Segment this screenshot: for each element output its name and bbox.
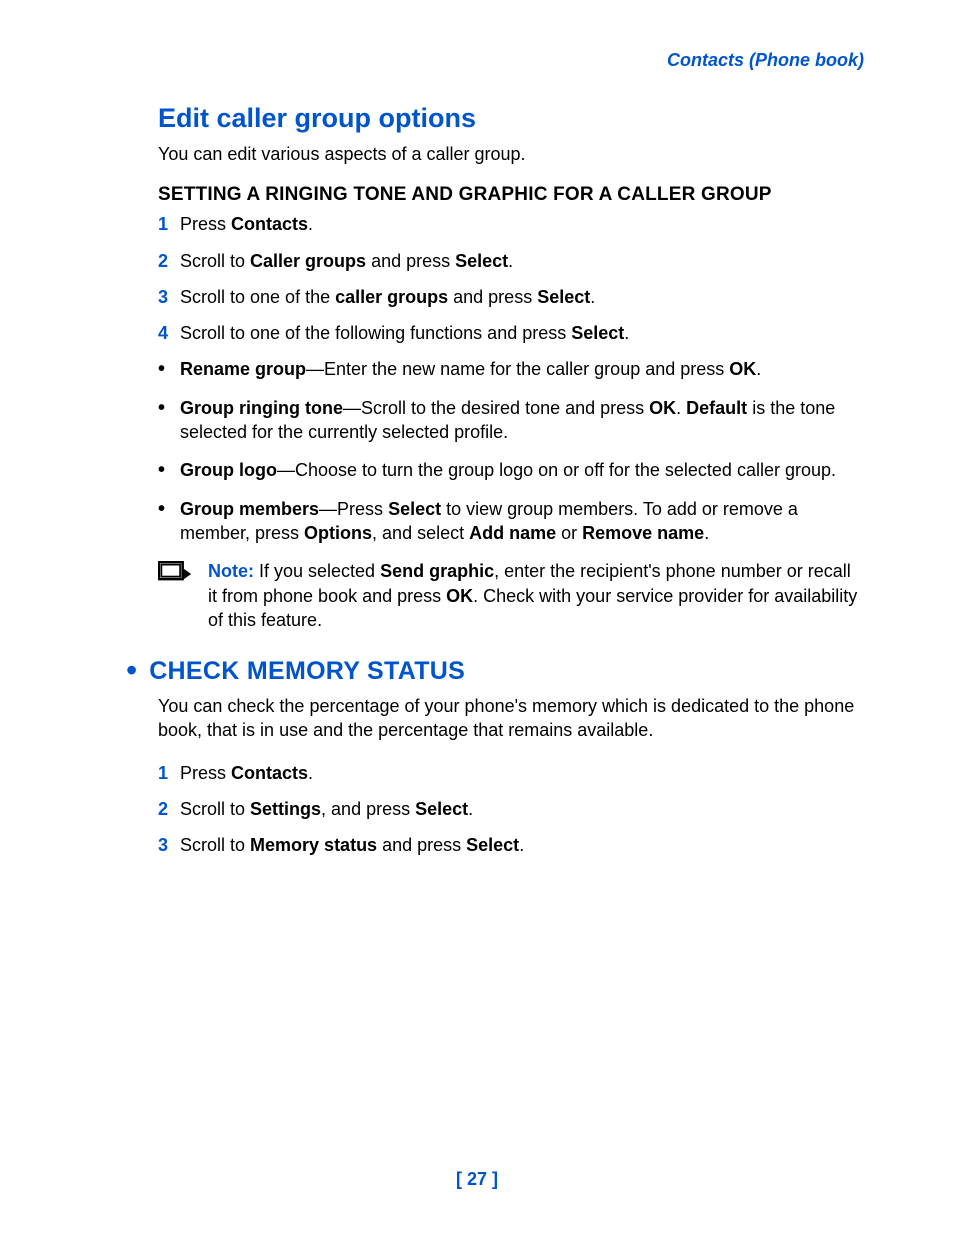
bullet-text: . xyxy=(756,359,761,379)
page-number: [ 27 ] xyxy=(0,1169,954,1190)
bullet-text: . xyxy=(676,398,686,418)
step-text: . xyxy=(590,287,595,307)
step-text: . xyxy=(508,251,513,271)
step-text: . xyxy=(468,799,473,819)
step-item: 1 Press Contacts. xyxy=(158,212,864,236)
step-bold: caller groups xyxy=(335,287,448,307)
bullet-bold: Default xyxy=(686,398,747,418)
step-text: Scroll to one of the following functions… xyxy=(180,323,571,343)
step-bold: Settings xyxy=(250,799,321,819)
bullet-bold: Options xyxy=(304,523,372,543)
note-bold: OK xyxy=(446,586,473,606)
step-bold: Caller groups xyxy=(250,251,366,271)
bullet-bold: Group logo xyxy=(180,460,277,480)
step-text: and press xyxy=(366,251,455,271)
ordered-steps-1: 1 Press Contacts. 2 Scroll to Caller gro… xyxy=(90,212,864,345)
step-bold: Select xyxy=(455,251,508,271)
step-number: 3 xyxy=(158,285,168,309)
bullet-item: Group logo—Choose to turn the group logo… xyxy=(158,458,864,482)
header-section-link: Contacts (Phone book) xyxy=(90,50,864,71)
bullet-bold: OK xyxy=(729,359,756,379)
step-bold: Select xyxy=(415,799,468,819)
step-number: 4 xyxy=(158,321,168,345)
step-text: Press xyxy=(180,763,231,783)
bullet-text: —Scroll to the desired tone and press xyxy=(343,398,649,418)
bullet-list-1: Rename group—Enter the new name for the … xyxy=(90,357,864,545)
step-text: Scroll to xyxy=(180,799,250,819)
step-text: . xyxy=(308,763,313,783)
note-text: Note: If you selected Send graphic, ente… xyxy=(208,559,864,632)
bullet-item: Group ringing tone—Scroll to the desired… xyxy=(158,396,864,445)
note-block: Note: If you selected Send graphic, ente… xyxy=(90,559,864,632)
step-bold: Contacts xyxy=(231,214,308,234)
bullet-bold: Group ringing tone xyxy=(180,398,343,418)
step-bold: Contacts xyxy=(231,763,308,783)
step-item: 3 Scroll to Memory status and press Sele… xyxy=(158,833,864,857)
bullet-text: —Choose to turn the group logo on or off… xyxy=(277,460,836,480)
step-item: 1 Press Contacts. xyxy=(158,761,864,785)
bullet-bold: Rename group xyxy=(180,359,306,379)
step-number: 2 xyxy=(158,249,168,273)
intro-text-2: You can check the percentage of your pho… xyxy=(90,694,864,743)
bullet-bold: Group members xyxy=(180,499,319,519)
step-number: 1 xyxy=(158,761,168,785)
subheading-setting-tone: SETTING A RINGING TONE AND GRAPHIC FOR A… xyxy=(90,184,864,206)
heading-edit-caller-group: Edit caller group options xyxy=(90,103,864,134)
step-bold: Memory status xyxy=(250,835,377,855)
bullet-text: or xyxy=(556,523,582,543)
step-item: 2 Scroll to Settings, and press Select. xyxy=(158,797,864,821)
step-text: . xyxy=(624,323,629,343)
heading-check-memory-title: CHECK MEMORY STATUS xyxy=(149,657,465,686)
step-text: . xyxy=(519,835,524,855)
note-send-icon xyxy=(158,559,208,632)
bullet-bold: Add name xyxy=(469,523,556,543)
bullet-bold: Select xyxy=(388,499,441,519)
bullet-text: , and select xyxy=(372,523,469,543)
step-item: 2 Scroll to Caller groups and press Sele… xyxy=(158,249,864,273)
step-number: 3 xyxy=(158,833,168,857)
heading-check-memory: • CHECK MEMORY STATUS xyxy=(90,652,864,686)
step-bold: Select xyxy=(537,287,590,307)
bullet-bold: OK xyxy=(649,398,676,418)
step-item: 4 Scroll to one of the following functio… xyxy=(158,321,864,345)
step-item: 3 Scroll to one of the caller groups and… xyxy=(158,285,864,309)
bullet-item: Group members—Press Select to view group… xyxy=(158,497,864,546)
step-bold: Select xyxy=(466,835,519,855)
step-text: Scroll to xyxy=(180,835,250,855)
step-text: Scroll to xyxy=(180,251,250,271)
step-number: 2 xyxy=(158,797,168,821)
step-bold: Select xyxy=(571,323,624,343)
bullet-text: —Enter the new name for the caller group… xyxy=(306,359,729,379)
step-text: Scroll to one of the xyxy=(180,287,335,307)
step-text: . xyxy=(308,214,313,234)
page-content: Contacts (Phone book) Edit caller group … xyxy=(0,0,954,858)
step-number: 1 xyxy=(158,212,168,236)
intro-text: You can edit various aspects of a caller… xyxy=(90,142,864,166)
heading-bullet-icon: • xyxy=(126,654,137,686)
step-text: , and press xyxy=(321,799,415,819)
bullet-item: Rename group—Enter the new name for the … xyxy=(158,357,864,381)
step-text: and press xyxy=(377,835,466,855)
note-text-part: If you selected xyxy=(254,561,380,581)
ordered-steps-2: 1 Press Contacts. 2 Scroll to Settings, … xyxy=(90,761,864,858)
note-bold: Send graphic xyxy=(380,561,494,581)
bullet-bold: Remove name xyxy=(582,523,704,543)
note-label: Note: xyxy=(208,561,254,581)
bullet-text: —Press xyxy=(319,499,388,519)
bullet-text: . xyxy=(704,523,709,543)
step-text: Press xyxy=(180,214,231,234)
step-text: and press xyxy=(448,287,537,307)
